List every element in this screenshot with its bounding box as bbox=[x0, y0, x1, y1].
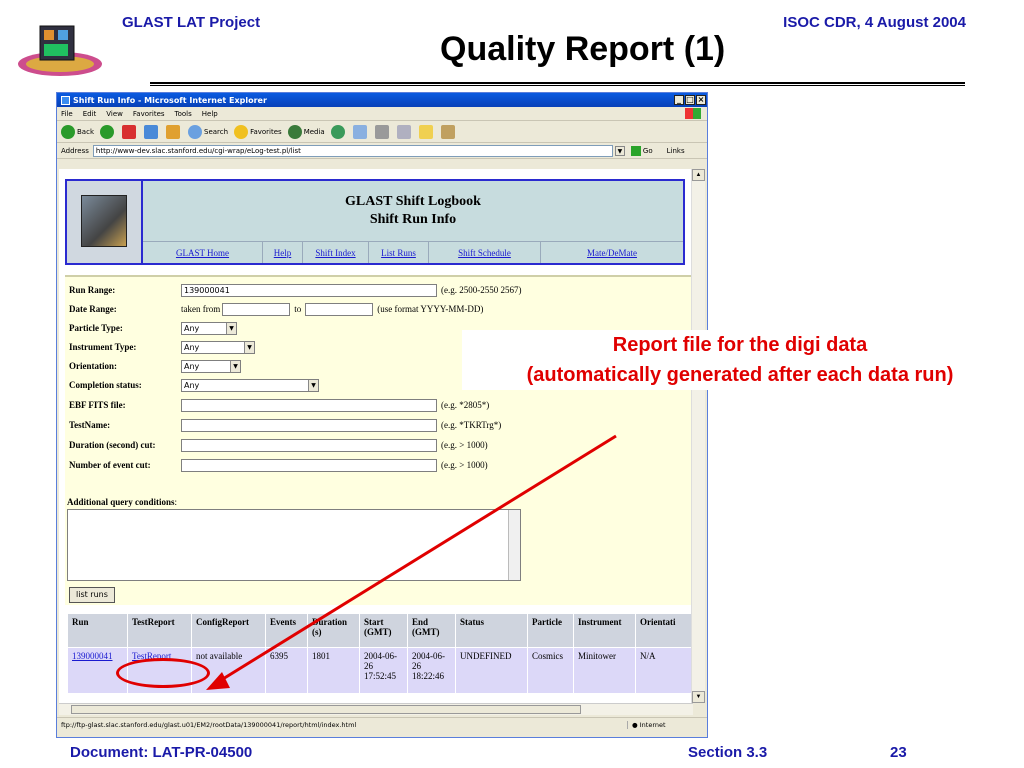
callout-arrow bbox=[206, 434, 617, 690]
slide-footer-section: Section 3.3 bbox=[688, 744, 768, 761]
slide-footer-document: Document: LAT-PR-04500 bbox=[70, 744, 253, 761]
slide-footer-page: 23 bbox=[890, 744, 907, 761]
